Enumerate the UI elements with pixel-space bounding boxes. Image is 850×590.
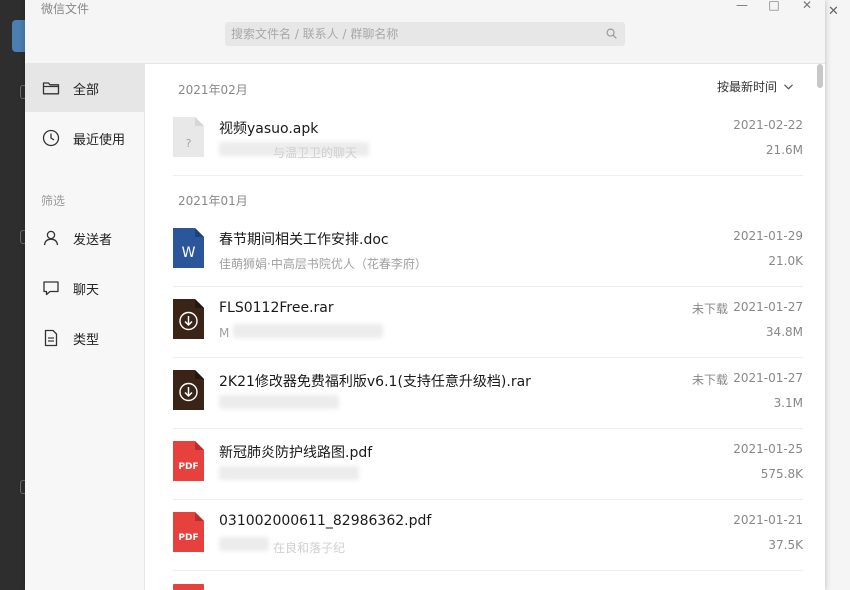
minimize-button[interactable]: — xyxy=(735,0,749,12)
file-size: 34.8M xyxy=(765,325,803,339)
file-row[interactable]: FLS0112Free.rar M 未下载 2021-01-27 34.8M xyxy=(173,288,803,358)
month-header: 2021年02月 xyxy=(178,83,248,97)
person-icon xyxy=(43,230,59,246)
file-date: 2021-01-27 xyxy=(733,300,803,314)
file-source: 与温卫卫的聊天 xyxy=(273,146,358,160)
background-app-right xyxy=(825,0,850,590)
file-source: M xyxy=(219,326,230,340)
sidebar-item-type[interactable]: 类型 xyxy=(25,314,144,362)
download-status: 未下载 xyxy=(691,373,728,387)
file-date: 2021-01-21 xyxy=(733,513,803,527)
file-row[interactable]: PDF 031002000611_82986362.pdf 在良和落子纪 202… xyxy=(173,501,803,571)
file-name: 031002000611_82986362.pdf xyxy=(219,513,432,529)
chevron-down-icon xyxy=(784,83,793,90)
file-date: 2021-01-29 xyxy=(733,229,803,243)
file-list: 按最新时间 2021年02月 ? 视频yasuo.apk 与温卫卫的聊天 202… xyxy=(145,64,825,590)
file-source: 在良和落子纪 xyxy=(273,541,346,555)
search-icon[interactable] xyxy=(606,28,617,39)
unknown-file-icon: ? xyxy=(173,117,204,157)
download-status: 未下载 xyxy=(691,302,728,316)
sidebar-item-label: 最近使用 xyxy=(73,132,126,148)
file-size: 575.8K xyxy=(760,467,803,481)
file-row[interactable]: W 春节期间相关工作安排.doc 佳萌狮娟·中高层书院优人（花春李府） 2021… xyxy=(173,217,803,287)
pdf-file-icon: PDF xyxy=(173,441,204,481)
archive-file-icon xyxy=(173,299,204,339)
sort-dropdown[interactable]: 按最新时间 xyxy=(717,78,793,95)
sort-label: 按最新时间 xyxy=(716,80,777,94)
redacted-sender xyxy=(219,395,339,409)
file-name: FLS0112Free.rar xyxy=(219,300,334,316)
file-date: 2021-02-22 xyxy=(733,118,803,132)
title-bar: 微信文件 — □ ✕ xyxy=(25,0,825,64)
file-row[interactable]: PDF 新冠肺炎防护线路图.pdf 2021-01-25 575.8K xyxy=(173,430,803,500)
scrollbar-thumb[interactable] xyxy=(817,64,823,88)
sidebar-item-label: 聊天 xyxy=(73,282,100,298)
wechat-files-window: 微信文件 — □ ✕ 全部 最近使用 筛选 xyxy=(25,0,825,590)
redacted-sender xyxy=(219,537,269,551)
background-close-icon[interactable]: ✕ xyxy=(828,4,839,19)
clock-icon xyxy=(42,129,60,147)
sidebar: 全部 最近使用 筛选 发送者 聊天 类型 xyxy=(25,64,145,590)
month-header: 2021年01月 xyxy=(178,194,248,208)
file-size: 37.5K xyxy=(768,538,803,552)
file-row[interactable]: 2K21修改器免费福利版v6.1(支持任意升级档).rar 未下载 2021-0… xyxy=(173,359,803,429)
file-name: 2K21修改器免费福利版v6.1(支持任意升级档).rar xyxy=(219,374,531,390)
file-size: 21.6M xyxy=(765,143,803,157)
archive-file-icon xyxy=(173,370,204,410)
window-title: 微信文件 xyxy=(41,2,90,16)
file-name: 新冠肺炎防护线路图.pdf xyxy=(219,445,373,461)
file-source: 佳萌狮娟·中高层书院优人（花春李府） xyxy=(219,257,427,271)
sidebar-item-chat[interactable]: 聊天 xyxy=(25,264,144,312)
search-box[interactable] xyxy=(225,22,625,46)
filter-heading: 筛选 xyxy=(41,194,66,208)
file-name: 春节期间相关工作安排.doc xyxy=(219,232,389,248)
file-type-glyph: W xyxy=(182,245,196,261)
file-size: 3.1M xyxy=(773,396,803,410)
sidebar-item-sender[interactable]: 发送者 xyxy=(25,214,144,262)
file-size: 21.0K xyxy=(768,254,803,268)
pdf-file-icon-partial xyxy=(173,584,204,590)
search-input[interactable] xyxy=(225,22,585,46)
close-button[interactable]: ✕ xyxy=(800,0,814,12)
redacted-sender xyxy=(219,466,359,480)
document-icon xyxy=(44,329,58,347)
sidebar-item-recent[interactable]: 最近使用 xyxy=(25,114,144,162)
chat-icon xyxy=(43,281,59,296)
maximize-button[interactable]: □ xyxy=(767,0,781,12)
folder-icon xyxy=(42,82,60,95)
sidebar-item-all[interactable]: 全部 xyxy=(25,64,144,112)
word-file-icon: W xyxy=(173,228,204,268)
file-type-glyph: ? xyxy=(186,137,192,150)
file-row[interactable]: ? 视频yasuo.apk 与温卫卫的聊天 2021-02-22 21.6M xyxy=(173,106,803,176)
pdf-file-icon: PDF xyxy=(173,512,204,552)
sidebar-item-label: 类型 xyxy=(73,332,100,348)
sidebar-item-label: 发送者 xyxy=(73,232,113,248)
redacted-sender xyxy=(233,324,383,338)
sidebar-item-label: 全部 xyxy=(73,82,100,98)
file-type-glyph: PDF xyxy=(178,533,198,543)
file-date: 2021-01-25 xyxy=(733,442,803,456)
file-name: 视频yasuo.apk xyxy=(219,121,319,137)
file-date: 2021-01-27 xyxy=(733,371,803,385)
file-type-glyph: PDF xyxy=(178,462,198,472)
